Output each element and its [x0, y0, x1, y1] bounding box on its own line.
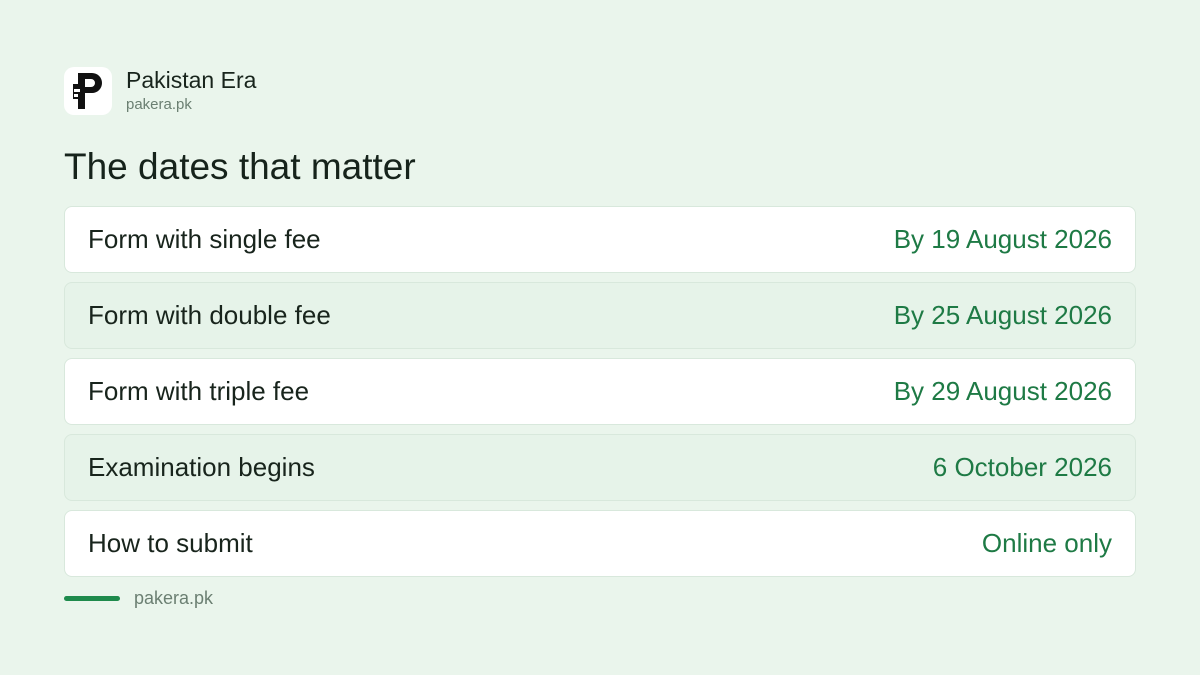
row-label: How to submit: [88, 528, 253, 558]
row-label: Form with double fee: [88, 300, 331, 330]
row-value: Online only: [981, 528, 1112, 558]
date-row-examination: Examination begins 6 October 2026: [64, 434, 1136, 501]
date-row-triple-fee: Form with triple fee By 29 August 2026: [64, 358, 1136, 425]
footer-url: pakera.pk: [134, 588, 214, 608]
row-value: By 25 August 2026: [893, 300, 1112, 330]
dates-list: Form with single fee By 19 August 2026 F…: [64, 206, 1136, 586]
row-label: Examination begins: [88, 452, 315, 482]
row-label: Form with triple fee: [88, 376, 310, 406]
date-row-double-fee: Form with double fee By 25 August 2026: [64, 282, 1136, 349]
row-value: By 19 August 2026: [893, 224, 1112, 254]
brand-text: Pakistan Era pakera.pk: [126, 66, 256, 115]
footer: pakera.pk: [64, 588, 213, 609]
pakera-logo-icon: [64, 66, 112, 115]
brand-name: Pakistan Era: [126, 67, 257, 93]
page-title: The dates that matter: [64, 146, 416, 187]
brand-url: pakera.pk: [126, 96, 192, 113]
date-row-single-fee: Form with single fee By 19 August 2026: [64, 206, 1136, 273]
row-value: By 29 August 2026: [893, 376, 1112, 406]
footer-accent-bar: [64, 596, 120, 601]
brand-header: Pakistan Era pakera.pk: [64, 66, 256, 115]
row-value: 6 October 2026: [932, 452, 1112, 482]
row-label: Form with single fee: [88, 224, 321, 254]
date-row-submission: How to submit Online only: [64, 510, 1136, 577]
